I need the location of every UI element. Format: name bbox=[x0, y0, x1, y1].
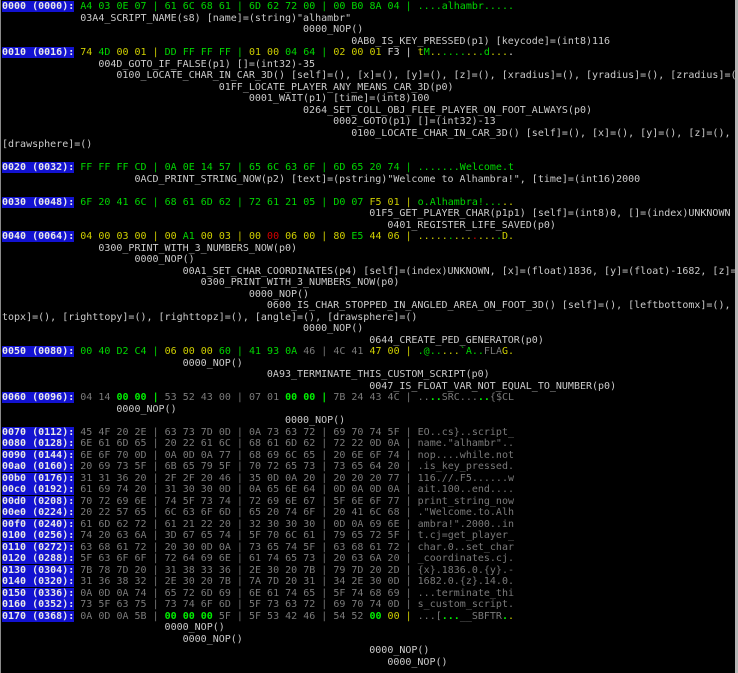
hex-dump: 0000 (0000): A4 03 0E 07 | 61 6C 68 61 |… bbox=[2, 1, 738, 668]
annotation-line: 0001_WAIT(p1) [time]=(int8)100 bbox=[2, 93, 738, 105]
blank-line bbox=[2, 185, 738, 197]
hex-row: 0070 (0112): 45 4F 20 2E | 63 73 7D 0D |… bbox=[2, 427, 738, 439]
hex-row: 0090 (0144): 6E 6F 70 0D | 0A 0D 0A 77 |… bbox=[2, 450, 738, 462]
address-label: 0150 (0336): bbox=[2, 588, 74, 599]
hex-row: 00f0 (0240): 61 6D 62 72 | 61 21 22 20 |… bbox=[2, 519, 738, 531]
annotation-line: 0047_IS_FLOAT_VAR_NOT_EQUAL_TO_NUMBER(p0… bbox=[2, 381, 738, 393]
annotation-line: 0100_LOCATE_CHAR_IN_CAR_3D() [self]=(), … bbox=[2, 128, 738, 140]
address-label: 0000 (0000): bbox=[2, 1, 74, 12]
hex-row: 00e0 (0224): 20 22 57 65 | 6C 63 6F 6D |… bbox=[2, 507, 738, 519]
hex-row: 0040 (0064): 04 00 03 00 | 00 A1 00 03 |… bbox=[2, 231, 738, 243]
hex-row: 0140 (0320): 31 36 38 32 | 2E 30 20 7B |… bbox=[2, 576, 738, 588]
annotation-line: 0000_NOP() bbox=[2, 24, 738, 36]
annotation-line: 0002_GOTO(p1) []=(int32)-13 bbox=[2, 116, 738, 128]
hex-row: 0130 (0304): 7B 78 7D 20 | 31 38 33 36 |… bbox=[2, 565, 738, 577]
hex-row: 0170 (0368): 0A 0D 0A 5B | 00 00 00 5F |… bbox=[2, 611, 738, 623]
hex-row: 0110 (0272): 63 68 61 72 | 20 30 0D 0A |… bbox=[2, 542, 738, 554]
annotation-line: 0100_LOCATE_CHAR_IN_CAR_3D() [self]=(), … bbox=[2, 70, 738, 82]
annotation-line: 0000_NOP() bbox=[2, 289, 738, 301]
hex-row: 0160 (0352): 73 5F 63 75 | 73 74 6F 6D |… bbox=[2, 599, 738, 611]
annotation-line: 0300_PRINT_WITH_3_NUMBERS_NOW(p0) bbox=[2, 243, 738, 255]
annotation-line: 00A1_SET_CHAR_COORDINATES(p4) [self]=(in… bbox=[2, 266, 738, 278]
annotation-line: 0000_NOP() bbox=[2, 622, 738, 634]
address-label: 0140 (0320): bbox=[2, 576, 74, 587]
annotation-line: 01F5_GET_PLAYER_CHAR(p1p1) [self]=(int8)… bbox=[2, 208, 738, 220]
address-label: 0010 (0016): bbox=[2, 47, 74, 58]
annotation-line: 0AB0_IS_KEY_PRESSED(p1) [keycode]=(int8)… bbox=[2, 36, 738, 48]
address-label: 0170 (0368): bbox=[2, 611, 74, 622]
hex-row: 00a0 (0160): 20 69 73 5F | 6B 65 79 5F |… bbox=[2, 461, 738, 473]
address-label: 00b0 (0176): bbox=[2, 473, 74, 484]
address-label: 0050 (0080): bbox=[2, 346, 74, 357]
address-label: 00c0 (0192): bbox=[2, 484, 74, 495]
annotation-line: 0600_IS_CHAR_STOPPED_IN_ANGLED_AREA_ON_F… bbox=[2, 300, 738, 312]
address-label: 00f0 (0240): bbox=[2, 519, 74, 530]
address-label: 0100 (0256): bbox=[2, 530, 74, 541]
annotation-line: 0644_CREATE_PED_GENERATOR(p0) bbox=[2, 335, 738, 347]
annotation-line: 0000_NOP() bbox=[2, 404, 738, 416]
annotation-line: [drawsphere]=() bbox=[2, 139, 738, 151]
address-label: 0030 (0048): bbox=[2, 197, 74, 208]
address-label: 00d0 (0208): bbox=[2, 496, 74, 507]
hex-row: 0010 (0016): 74 4D 00 01 | DD FF FF FF |… bbox=[2, 47, 738, 59]
hex-row: 0060 (0096): 04 14 00 00 | 53 52 43 00 |… bbox=[2, 392, 738, 404]
annotation-line: 0000_NOP() bbox=[2, 657, 738, 669]
annotation-line: 0000_NOP() bbox=[2, 415, 738, 427]
hex-row: 0030 (0048): 6F 20 41 6C | 68 61 6D 62 |… bbox=[2, 197, 738, 209]
annotation-line: 01FF_LOCATE_PLAYER_ANY_MEANS_CAR_3D(p0) bbox=[2, 82, 738, 94]
address-label: 00e0 (0224): bbox=[2, 507, 74, 518]
annotation-line: 0000_NOP() bbox=[2, 645, 738, 657]
annotation-line: 0300_PRINT_WITH_3_NUMBERS_NOW(p0) bbox=[2, 277, 738, 289]
annotation-line: 0000_NOP() bbox=[2, 358, 738, 370]
hex-row: 0000 (0000): A4 03 0E 07 | 61 6C 68 61 |… bbox=[2, 1, 738, 13]
address-label: 0070 (0112): bbox=[2, 427, 74, 438]
address-label: 0120 (0288): bbox=[2, 553, 74, 564]
hex-row: 0150 (0336): 0A 0D 0A 74 | 65 72 6D 69 |… bbox=[2, 588, 738, 600]
annotation-line: 0A93_TERMINATE_THIS_CUSTOM_SCRIPT(p0) bbox=[2, 369, 738, 381]
annotation-line: 004D_GOTO_IF_FALSE(p1) []=(int32)-35 bbox=[2, 59, 738, 71]
hex-row: 00d0 (0208): 70 72 69 6E | 74 5F 73 74 |… bbox=[2, 496, 738, 508]
address-label: 0110 (0272): bbox=[2, 542, 74, 553]
annotation-line: 0264_SET_COLL_OBJ_FLEE_PLAYER_ON_FOOT_AL… bbox=[2, 105, 738, 117]
annotation-line: 0ACD_PRINT_STRING_NOW(p2) [text]=(pstrin… bbox=[2, 174, 738, 186]
hex-row: 00c0 (0192): 61 69 74 20 | 31 30 30 0D |… bbox=[2, 484, 738, 496]
hex-row: 0050 (0080): 00 40 D2 C4 | 06 00 00 60 |… bbox=[2, 346, 738, 358]
annotation-line: 0000_NOP() bbox=[2, 634, 738, 646]
address-label: 0020 (0032): bbox=[2, 162, 74, 173]
annotation-line: 0401_REGISTER_LIFE_SAVED(p0) bbox=[2, 220, 738, 232]
hex-row: 0120 (0288): 5F 63 6F 6F | 72 64 69 6E |… bbox=[2, 553, 738, 565]
address-label: 00a0 (0160): bbox=[2, 461, 74, 472]
address-label: 0160 (0352): bbox=[2, 599, 74, 610]
annotation-line: 0000_NOP() bbox=[2, 323, 738, 335]
hex-row: 0100 (0256): 74 20 63 6A | 3D 67 65 74 |… bbox=[2, 530, 738, 542]
address-label: 0040 (0064): bbox=[2, 231, 74, 242]
window-border-left bbox=[0, 0, 1, 673]
annotation-line: 03A4_SCRIPT_NAME(s8) [name]=(string)"alh… bbox=[2, 13, 738, 25]
annotation-line: topx]=(), [righttopy]=(), [righttopz]=()… bbox=[2, 312, 738, 324]
hex-row: 0020 (0032): FF FF FF CD | 0A 0E 14 57 |… bbox=[2, 162, 738, 174]
address-label: 0080 (0128): bbox=[2, 438, 74, 449]
address-label: 0090 (0144): bbox=[2, 450, 74, 461]
annotation-line: 0000_NOP() bbox=[2, 254, 738, 266]
address-label: 0130 (0304): bbox=[2, 565, 74, 576]
address-label: 0060 (0096): bbox=[2, 392, 74, 403]
blank-line bbox=[2, 151, 738, 163]
hex-row: 0080 (0128): 6E 61 6D 65 | 20 22 61 6C |… bbox=[2, 438, 738, 450]
hex-row: 00b0 (0176): 31 31 36 20 | 2F 2F 20 46 |… bbox=[2, 473, 738, 485]
console-window: 0000 (0000): A4 03 0E 07 | 61 6C 68 61 |… bbox=[0, 0, 738, 673]
